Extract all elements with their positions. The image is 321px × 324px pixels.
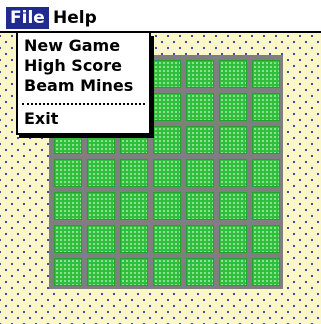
mine-tile[interactable] [153,225,181,253]
mine-tile[interactable] [186,159,214,187]
mine-tile[interactable] [219,192,247,220]
mine-tile[interactable] [219,60,247,88]
menu-help[interactable]: Help [49,7,101,29]
mine-tile[interactable] [252,60,280,88]
mine-tile[interactable] [252,258,280,286]
mine-tile[interactable] [219,93,247,121]
mine-tile[interactable] [153,159,181,187]
menu-item-new-game[interactable]: New Game [24,36,120,56]
mine-tile[interactable] [87,159,115,187]
menu-item-exit[interactable]: Exit [24,109,58,129]
mine-tile[interactable] [186,258,214,286]
mine-tile[interactable] [219,225,247,253]
mine-tile[interactable] [186,192,214,220]
mine-tile[interactable] [153,60,181,88]
mine-tile[interactable] [120,258,148,286]
mine-tile[interactable] [153,192,181,220]
mine-tile[interactable] [120,225,148,253]
mine-tile[interactable] [252,93,280,121]
mine-tile[interactable] [54,192,82,220]
mine-tile[interactable] [219,159,247,187]
file-menu-dropdown: New Game High Score Beam Mines Exit [16,33,151,135]
mine-tile[interactable] [186,93,214,121]
mine-tile[interactable] [252,225,280,253]
mine-tile[interactable] [87,225,115,253]
mine-tile[interactable] [252,126,280,154]
menu-bar: File Help [0,0,321,33]
mine-tile[interactable] [120,192,148,220]
mine-tile[interactable] [186,60,214,88]
mine-tile[interactable] [54,225,82,253]
mine-tile[interactable] [120,159,148,187]
menu-separator [22,103,145,105]
mine-tile[interactable] [219,258,247,286]
mine-tile[interactable] [219,126,247,154]
mine-tile[interactable] [54,159,82,187]
mine-tile[interactable] [87,258,115,286]
mine-tile[interactable] [153,258,181,286]
mine-tile[interactable] [186,225,214,253]
mine-tile[interactable] [87,192,115,220]
mine-tile[interactable] [252,192,280,220]
mine-tile[interactable] [252,159,280,187]
menu-item-beam-mines[interactable]: Beam Mines [24,76,133,96]
mine-tile[interactable] [54,258,82,286]
menu-file[interactable]: File [6,7,49,29]
menu-item-high-score[interactable]: High Score [24,56,122,76]
mine-tile[interactable] [153,93,181,121]
mine-tile[interactable] [153,126,181,154]
mine-tile[interactable] [186,126,214,154]
